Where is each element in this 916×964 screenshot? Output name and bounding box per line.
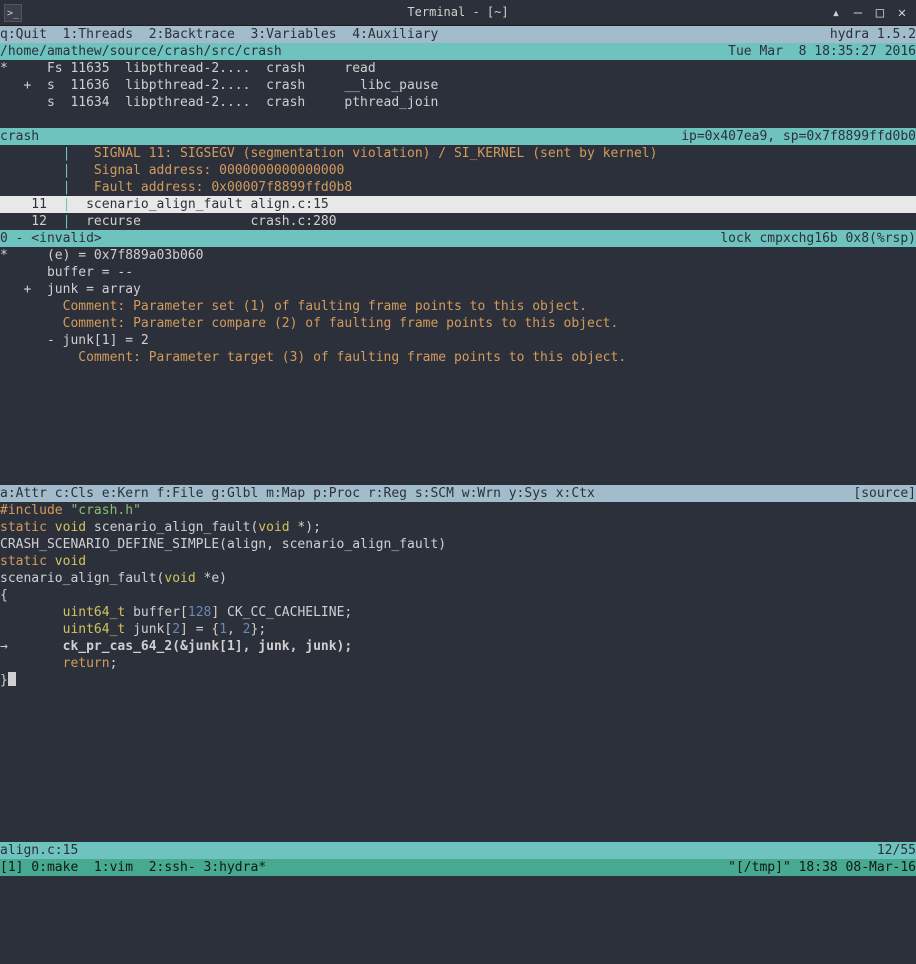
var-line[interactable]: * (e) = 0x7f889a03b060 — [0, 247, 916, 264]
signal-line: | SIGNAL 11: SIGSEGV (segmentation viola… — [0, 145, 916, 162]
var-line[interactable]: buffer = -- — [0, 264, 916, 281]
src-line-current: → ck_pr_cas_64_2(&junk[1], junk, junk); — [0, 638, 916, 655]
signal-line: | Signal address: 0000000000000000 — [0, 162, 916, 179]
blank — [0, 757, 916, 774]
signal-line: | Fault address: 0x00007f8899ffd0b8 — [0, 179, 916, 196]
src-line: return; — [0, 655, 916, 672]
src-line: CRASH_SCENARIO_DEFINE_SIMPLE(align, scen… — [0, 536, 916, 553]
blank — [0, 774, 916, 791]
var-comment: Comment: Parameter compare (2) of faulti… — [0, 315, 916, 332]
src-line: } — [0, 672, 916, 689]
source-menubar: a:Attr c:Cls e:Kern f:File g:Glbl m:Map … — [0, 485, 916, 502]
blank — [0, 468, 916, 485]
terminal-icon: >_ — [4, 4, 22, 22]
maximize-button[interactable]: □ — [870, 3, 890, 23]
blank — [0, 808, 916, 825]
thread-row[interactable]: s 11634 libpthread-2.... crash pthread_j… — [0, 94, 916, 111]
thread-row[interactable]: * Fs 11635 libpthread-2.... crash read — [0, 60, 916, 77]
tmux-bar[interactable]: [1] 0:make 1:vim 2:ssh- 3:hydra*"[/tmp]"… — [0, 859, 916, 876]
src-line: { — [0, 587, 916, 604]
blank — [0, 366, 916, 383]
crash-bar: craship=0x407ea9, sp=0x7f8899ffd0b0 — [0, 128, 916, 145]
minimize-button[interactable]: — — [848, 3, 868, 23]
src-line: uint64_t buffer[128] CK_CC_CACHELINE; — [0, 604, 916, 621]
window-titlebar: >_ Terminal - [~] ▴ — □ ✕ — [0, 0, 916, 26]
close-button[interactable]: ✕ — [892, 3, 912, 23]
blank — [0, 417, 916, 434]
src-line: uint64_t junk[2] = {1, 2}; — [0, 621, 916, 638]
blank — [0, 740, 916, 757]
blank — [0, 825, 916, 842]
blank — [0, 791, 916, 808]
blank — [0, 689, 916, 706]
src-line: static void — [0, 553, 916, 570]
blank — [0, 706, 916, 723]
variables-bar: 0 - <invalid>lock cmpxchg16b 0x8(%rsp) — [0, 230, 916, 247]
backtrace-row[interactable]: 12 | recurse crash.c:280 — [0, 213, 916, 230]
var-line[interactable]: - junk[1] = 2 — [0, 332, 916, 349]
src-line: scenario_align_fault(void *e) — [0, 570, 916, 587]
terminal-content[interactable]: q:Quit 1:Threads 2:Backtrace 3:Variables… — [0, 26, 916, 876]
var-comment: Comment: Parameter set (1) of faulting f… — [0, 298, 916, 315]
path-bar: /home/amathew/source/crash/src/crashTue … — [0, 43, 916, 60]
arrow-up-icon[interactable]: ▴ — [826, 3, 846, 23]
src-line: #include "crash.h" — [0, 502, 916, 519]
status-bar: align.c:1512/55 — [0, 842, 916, 859]
blank — [0, 400, 916, 417]
blank — [0, 434, 916, 451]
hydra-menubar: q:Quit 1:Threads 2:Backtrace 3:Variables… — [0, 26, 916, 43]
backtrace-row-current[interactable]: 11 | scenario_align_fault align.c:15 — [0, 196, 916, 213]
blank — [0, 451, 916, 468]
blank — [0, 723, 916, 740]
window-title: Terminal - [~] — [407, 4, 508, 21]
var-comment: Comment: Parameter target (3) of faultin… — [0, 349, 916, 366]
blank — [0, 383, 916, 400]
blank — [0, 111, 916, 128]
src-line: static void scenario_align_fault(void *)… — [0, 519, 916, 536]
thread-row[interactable]: + s 11636 libpthread-2.... crash __libc_… — [0, 77, 916, 94]
var-line[interactable]: + junk = array — [0, 281, 916, 298]
cursor — [8, 672, 16, 686]
